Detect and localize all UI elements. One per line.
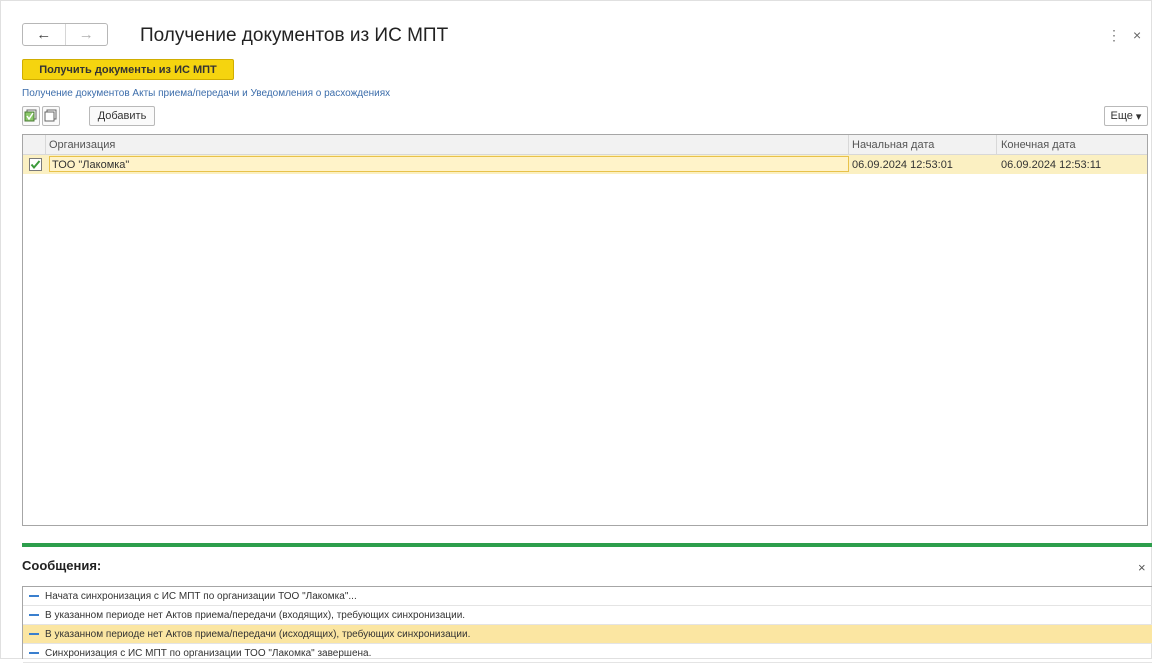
dash-icon	[29, 595, 39, 597]
back-arrow-icon[interactable]: ←	[23, 24, 65, 45]
message-item[interactable]: Синхронизация с ИС МПТ по организации ТО…	[23, 644, 1152, 663]
message-text: В указанном периоде нет Актов приема/пер…	[45, 609, 466, 621]
dash-icon	[29, 614, 39, 616]
close-window-icon[interactable]: ×	[1133, 27, 1141, 43]
navigation-buttons: ← →	[22, 23, 108, 46]
column-header-end-date[interactable]: Конечная дата	[1001, 139, 1076, 151]
organizations-table[interactable]: Организация Начальная дата Конечная дата…	[22, 134, 1148, 526]
dash-icon	[29, 652, 39, 654]
cell-end-date: 06.09.2024 12:53:11	[1001, 159, 1102, 171]
messages-title: Сообщения:	[22, 558, 102, 573]
uncheck-all-icon	[44, 109, 57, 122]
check-all-button[interactable]	[22, 106, 40, 126]
chevron-down-icon: ▾	[1135, 110, 1142, 123]
more-button[interactable]: Еще ▾	[1104, 106, 1148, 126]
message-item[interactable]: В указанном периоде нет Актов приема/пер…	[23, 606, 1152, 625]
column-header-organization[interactable]: Организация	[49, 139, 115, 151]
table-row[interactable]: ТОО "Лакомка" 06.09.2024 12:53:01 06.09.…	[23, 155, 1147, 174]
messages-divider	[22, 543, 1152, 547]
check-all-icon	[24, 109, 37, 122]
page-title: Получение документов из ИС МПТ	[140, 25, 449, 46]
add-button[interactable]: Добавить	[89, 106, 155, 126]
dash-icon	[29, 633, 39, 635]
column-header-start-date[interactable]: Начальная дата	[852, 139, 934, 151]
message-text: Начата синхронизация с ИС МПТ по организ…	[45, 590, 357, 602]
cell-organization: ТОО "Лакомка"	[52, 159, 130, 171]
message-item-selected[interactable]: В указанном периоде нет Актов приема/пер…	[23, 625, 1152, 644]
message-text: В указанном периоде нет Актов приема/пер…	[45, 628, 471, 640]
messages-list: Начата синхронизация с ИС МПТ по организ…	[22, 586, 1152, 663]
organization-cell-frame	[49, 156, 849, 172]
get-documents-button[interactable]: Получить документы из ИС МПТ	[22, 59, 234, 80]
message-item[interactable]: Начата синхронизация с ИС МПТ по организ…	[23, 587, 1152, 606]
uncheck-all-button[interactable]	[42, 106, 60, 126]
more-options-icon[interactable]: ⋮	[1107, 27, 1121, 44]
more-button-label: Еще	[1110, 110, 1133, 122]
table-header: Организация Начальная дата Конечная дата	[23, 135, 1147, 155]
documents-link[interactable]: Получение документов Акты приема/передач…	[22, 88, 390, 99]
message-text: Синхронизация с ИС МПТ по организации ТО…	[45, 647, 372, 659]
row-checkbox[interactable]	[29, 158, 42, 171]
cell-start-date: 06.09.2024 12:53:01	[852, 159, 953, 171]
forward-arrow-icon[interactable]: →	[64, 24, 108, 45]
column-divider	[45, 135, 46, 154]
close-messages-icon[interactable]: ×	[1138, 560, 1146, 575]
